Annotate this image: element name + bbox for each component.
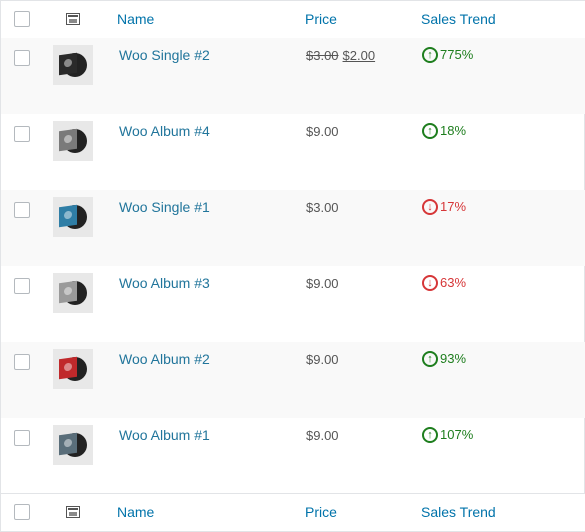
table-row: Woo Album #4 $9.00 ↑ 18% — [1, 114, 585, 190]
vinyl-thumbnail-icon — [53, 349, 93, 389]
row-checkbox[interactable] — [14, 354, 30, 370]
product-price: $9.00 — [306, 352, 339, 367]
product-price: $9.00 — [306, 124, 339, 139]
trend-percent: 107% — [440, 427, 474, 443]
vinyl-thumbnail-icon — [53, 45, 93, 85]
product-price: $9.00 — [306, 428, 339, 443]
product-price: $3.00 — [306, 200, 339, 215]
product-name-link[interactable]: Woo Album #1 — [119, 427, 210, 443]
product-name-link[interactable]: Woo Single #1 — [119, 199, 210, 215]
sleeve — [59, 204, 77, 228]
select-all-checkbox-footer[interactable] — [14, 504, 30, 520]
sales-trend: ↓ 63% — [422, 274, 466, 291]
sales-trend: ↑ 775% — [422, 46, 473, 63]
trend-percent: 775% — [440, 47, 474, 63]
sales-trend: ↑ 18% — [422, 122, 466, 139]
row-checkbox[interactable] — [14, 202, 30, 218]
sleeve — [59, 52, 77, 76]
vinyl-thumbnail-icon — [53, 425, 93, 465]
arrow-up-icon: ↑ — [422, 350, 438, 367]
row-checkbox[interactable] — [14, 126, 30, 142]
regular-price: $3.00 — [306, 48, 339, 63]
product-price: $3.00 $2.00 — [306, 48, 375, 63]
table-row: Woo Album #3 $9.00 ↓ 63% — [1, 266, 585, 342]
trend-percent: 63% — [440, 275, 467, 291]
trend-percent: 93% — [440, 351, 467, 367]
product-price: $9.00 — [306, 276, 339, 291]
table-row: Woo Single #2 $3.00 $2.00 ↑ 775% — [1, 38, 585, 114]
table-header: Name Price Sales Trend — [1, 1, 585, 39]
sleeve — [59, 128, 77, 152]
sales-trend: ↓ 17% — [422, 198, 466, 215]
row-checkbox[interactable] — [14, 430, 30, 446]
column-sales-trend-footer[interactable]: Sales Trend — [421, 504, 496, 520]
sales-trend: ↑ 93% — [422, 350, 466, 367]
column-price-footer[interactable]: Price — [305, 504, 337, 520]
arrow-up-icon: ↑ — [422, 122, 438, 139]
row-checkbox[interactable] — [14, 278, 30, 294]
column-price-header[interactable]: Price — [305, 11, 337, 27]
arrow-up-icon: ↑ — [422, 46, 438, 63]
arrow-up-icon: ↑ — [422, 426, 438, 443]
vinyl-thumbnail-icon — [53, 121, 93, 161]
column-name-footer[interactable]: Name — [117, 504, 154, 520]
column-sales-trend-header[interactable]: Sales Trend — [421, 11, 496, 27]
table-row: Woo Album #2 $9.00 ↑ 93% — [1, 342, 585, 418]
sleeve — [59, 280, 77, 304]
product-name-link[interactable]: Woo Album #3 — [119, 275, 210, 291]
product-name-link[interactable]: Woo Album #4 — [119, 123, 210, 139]
row-checkbox[interactable] — [14, 50, 30, 66]
product-name-link[interactable]: Woo Album #2 — [119, 351, 210, 367]
sales-trend: ↑ 107% — [422, 426, 473, 443]
sale-price: $2.00 — [342, 48, 376, 63]
sleeve — [59, 356, 77, 380]
table-row: Woo Album #1 $9.00 ↑ 107% — [1, 418, 585, 494]
products-table: Name Price Sales Trend Woo Single #2 $3.… — [0, 0, 585, 532]
image-column-icon — [66, 13, 80, 25]
sleeve — [59, 432, 77, 456]
product-name-link[interactable]: Woo Single #2 — [119, 47, 210, 63]
select-all-checkbox[interactable] — [14, 11, 30, 27]
table-footer: Name Price Sales Trend — [1, 493, 585, 531]
trend-percent: 17% — [440, 199, 467, 215]
trend-percent: 18% — [440, 123, 467, 139]
arrow-down-icon: ↓ — [422, 274, 438, 291]
column-name-header[interactable]: Name — [117, 11, 154, 27]
table-row: Woo Single #1 $3.00 ↓ 17% — [1, 190, 585, 266]
arrow-down-icon: ↓ — [422, 198, 438, 215]
image-column-icon — [66, 506, 80, 518]
vinyl-thumbnail-icon — [53, 273, 93, 313]
vinyl-thumbnail-icon — [53, 197, 93, 237]
